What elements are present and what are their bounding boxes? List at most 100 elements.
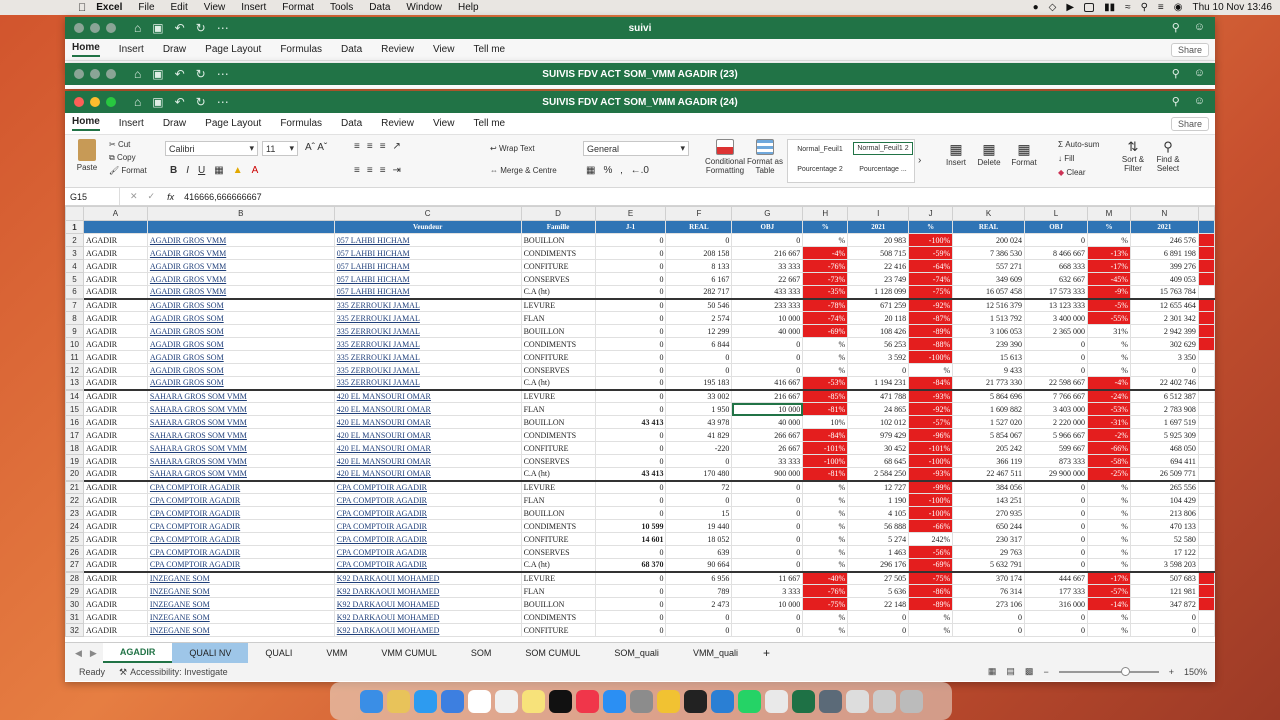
cell[interactable]: AGADIR bbox=[82, 493, 148, 507]
cell[interactable]: 5 636 bbox=[847, 584, 910, 598]
select-all-corner[interactable] bbox=[65, 206, 84, 221]
cell[interactable]: CPA COMPTOIR AGADIR bbox=[146, 558, 335, 572]
cell[interactable]: 282 717 bbox=[665, 285, 733, 299]
cell[interactable]: 0 bbox=[594, 623, 667, 637]
cell[interactable]: 10 000 bbox=[731, 402, 804, 416]
cell[interactable]: 0 bbox=[731, 337, 804, 351]
cell[interactable]: 143 251 bbox=[952, 493, 1026, 507]
cell[interactable]: CPA COMPTOIR AGADIR bbox=[333, 519, 522, 533]
cell[interactable]: % bbox=[1087, 350, 1131, 364]
cut-button[interactable]: ✂ Cut bbox=[109, 140, 130, 149]
cell[interactable]: 694 411 bbox=[1129, 454, 1199, 468]
borders-icon[interactable]: ▦ bbox=[214, 165, 223, 176]
cell[interactable]: 0 bbox=[594, 297, 667, 312]
more-icon[interactable]: ⋯ bbox=[217, 67, 229, 81]
cell[interactable]: AGADIR bbox=[82, 415, 148, 429]
app-store-icon[interactable] bbox=[602, 689, 626, 713]
cell[interactable]: 216 667 bbox=[731, 246, 804, 260]
cell[interactable]: 508 715 bbox=[847, 246, 910, 260]
cell[interactable]: 2 220 000 bbox=[1024, 415, 1088, 429]
cell[interactable]: 4 105 bbox=[847, 506, 910, 520]
cell[interactable]: 216 667 bbox=[731, 388, 804, 403]
cell[interactable]: 265 556 bbox=[1129, 479, 1199, 494]
cell[interactable]: AGADIR bbox=[82, 428, 148, 442]
number-format-select[interactable]: General ▾ bbox=[583, 141, 689, 156]
cell[interactable]: BOUILLON bbox=[520, 324, 596, 338]
align-right-icon[interactable]: ≡ bbox=[380, 165, 386, 176]
cell[interactable]: 0 bbox=[731, 623, 804, 637]
autosum-button[interactable]: Σ Auto-sum bbox=[1058, 140, 1099, 149]
cell[interactable]: -40% bbox=[802, 570, 849, 585]
menu-app[interactable]: Excel bbox=[96, 2, 122, 13]
cell[interactable]: 399 276 bbox=[1129, 259, 1199, 273]
cell[interactable]: AGADIR bbox=[82, 623, 148, 637]
zoom-level[interactable]: 150% bbox=[1184, 667, 1207, 677]
cell[interactable]: 0 bbox=[1024, 337, 1088, 351]
cell[interactable]: 0 bbox=[1024, 545, 1088, 559]
cell[interactable]: % bbox=[802, 532, 849, 546]
cell[interactable]: 20 983 bbox=[847, 233, 910, 247]
cell[interactable]: 0 bbox=[594, 324, 667, 338]
cell[interactable]: 420 EL MANSOURI OMAR bbox=[333, 454, 522, 468]
reminders-icon[interactable] bbox=[494, 689, 518, 713]
cell[interactable]: 17 122 bbox=[1129, 545, 1199, 559]
cell[interactable]: SAHARA GROS SOM VMM bbox=[146, 428, 335, 442]
cell[interactable]: 10 599 bbox=[594, 519, 667, 533]
wifi-icon[interactable]: ≈ bbox=[1125, 2, 1131, 13]
cell[interactable]: 56 888 bbox=[847, 519, 910, 533]
home-icon[interactable]: ⌂ bbox=[134, 21, 141, 35]
row-header[interactable]: 17 bbox=[65, 428, 84, 442]
cell[interactable]: -81% bbox=[802, 402, 849, 416]
cell[interactable]: CPA COMPTOIR AGADIR bbox=[146, 493, 335, 507]
underline-icon[interactable]: U bbox=[198, 165, 205, 176]
cell[interactable]: -84% bbox=[802, 428, 849, 442]
cell[interactable]: 56 253 bbox=[847, 337, 910, 351]
cell[interactable]: -25% bbox=[1087, 467, 1131, 481]
cell[interactable]: -35% bbox=[802, 285, 849, 299]
cell[interactable]: 0 bbox=[847, 610, 910, 624]
cell[interactable]: -76% bbox=[802, 584, 849, 598]
cell[interactable]: 0 bbox=[731, 519, 804, 533]
cell[interactable]: 0 bbox=[1024, 519, 1088, 533]
cell[interactable]: 6 956 bbox=[665, 570, 733, 585]
cell[interactable]: 2 783 908 bbox=[1129, 402, 1199, 416]
diamond-icon[interactable]: ◇ bbox=[1049, 2, 1057, 13]
cell[interactable]: 335 ZERROUKI JAMAL bbox=[333, 297, 522, 312]
cell[interactable]: -59% bbox=[908, 246, 954, 260]
row-header[interactable]: 7 bbox=[65, 297, 84, 312]
cell[interactable]: -99% bbox=[908, 479, 954, 494]
cell[interactable]: CONFITURE bbox=[520, 441, 596, 455]
cell[interactable]: 7 766 667 bbox=[1024, 388, 1088, 403]
window-controls[interactable] bbox=[74, 69, 116, 79]
cell[interactable]: -220 bbox=[665, 441, 733, 455]
cell[interactable]: 0 bbox=[594, 610, 667, 624]
cell[interactable]: 121 981 bbox=[1129, 584, 1199, 598]
account-icon[interactable]: ☺ bbox=[1194, 21, 1205, 34]
cell[interactable]: % bbox=[908, 623, 954, 637]
cell[interactable]: -88% bbox=[908, 337, 954, 351]
search-icon[interactable]: ⚲ bbox=[1141, 2, 1148, 13]
cell[interactable]: K92 DARKAOUI MOHAMED bbox=[333, 597, 522, 611]
cell[interactable]: 296 176 bbox=[847, 558, 910, 572]
share-button[interactable]: Share bbox=[1170, 116, 1209, 131]
cell[interactable]: -93% bbox=[908, 388, 954, 403]
tab-review[interactable]: Review bbox=[381, 44, 414, 55]
cell[interactable]: % bbox=[802, 493, 849, 507]
cell[interactable]: INZEGANE SOM bbox=[146, 584, 335, 598]
cell[interactable]: 3 333 bbox=[731, 584, 804, 598]
sheet-tab-vmm[interactable]: VMM bbox=[309, 643, 364, 663]
row-header[interactable]: 31 bbox=[65, 610, 84, 624]
cell[interactable]: CPA COMPTOIR AGADIR bbox=[333, 479, 522, 494]
control-center-icon[interactable]: ≡ bbox=[1158, 2, 1164, 13]
cell[interactable]: -69% bbox=[908, 558, 954, 572]
paste-button[interactable]: Paste bbox=[73, 139, 101, 172]
undo-icon[interactable]: ↶ bbox=[175, 67, 185, 81]
row-header[interactable]: 1 bbox=[65, 220, 84, 234]
cell[interactable]: 33 002 bbox=[665, 388, 733, 403]
style-normal-feuil1-2[interactable]: Normal_Feuil1 2 bbox=[853, 142, 913, 155]
tab-view[interactable]: View bbox=[433, 118, 455, 129]
cell[interactable]: 468 050 bbox=[1129, 441, 1199, 455]
cell[interactable]: 43 413 bbox=[594, 467, 667, 481]
column-header[interactable]: G bbox=[731, 206, 804, 221]
cell[interactable]: 230 317 bbox=[952, 532, 1026, 546]
